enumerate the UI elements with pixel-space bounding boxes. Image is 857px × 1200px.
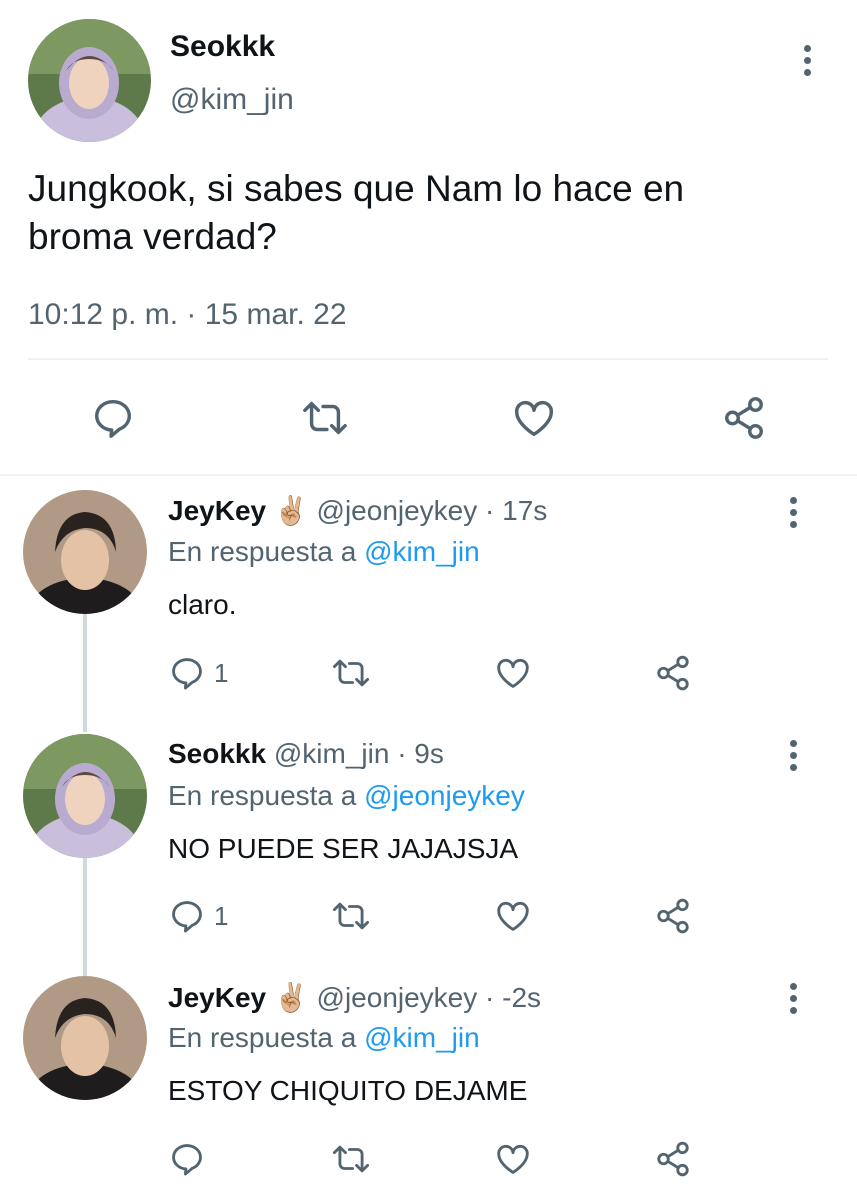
- retweet-button[interactable]: [330, 897, 372, 935]
- avatar[interactable]: [23, 490, 147, 614]
- retweet-icon: [332, 902, 370, 930]
- reply-header: JeyKey ✌🏼 @jeonjeykey · -2s: [168, 981, 541, 1014]
- avatar[interactable]: [28, 19, 151, 142]
- like-button[interactable]: [494, 1140, 532, 1178]
- tweet-timestamp[interactable]: 10:12 p. m. · 15 mar. 22: [28, 298, 347, 332]
- thread-line: [83, 858, 87, 976]
- author-meta[interactable]: @kim_jin · 9s: [274, 738, 444, 769]
- more-icon[interactable]: [778, 978, 808, 1018]
- tweet-text: Jungkook, si sabes que Nam lo hace en br…: [28, 165, 684, 261]
- retweet-button[interactable]: [330, 1140, 372, 1178]
- like-icon: [515, 400, 553, 437]
- like-button[interactable]: [511, 395, 557, 441]
- more-icon[interactable]: [778, 492, 808, 532]
- mention-link[interactable]: @kim_jin: [364, 1022, 480, 1053]
- like-button[interactable]: [494, 654, 532, 692]
- author-handle[interactable]: @kim_jin: [170, 83, 294, 117]
- reply-text: NO PUEDE SER JAJAJSJA: [168, 833, 519, 864]
- share-button[interactable]: [654, 654, 692, 692]
- like-icon: [497, 658, 529, 688]
- reply-icon: [172, 1144, 202, 1176]
- tweet-text-line: broma verdad?: [28, 216, 277, 257]
- author-name[interactable]: JeyKey: [168, 982, 266, 1013]
- mention-link[interactable]: @jeonjeykey: [364, 780, 525, 811]
- reply-prefix: En respuesta a: [168, 536, 357, 567]
- divider: [28, 358, 828, 360]
- author-name[interactable]: Seokkk: [170, 30, 275, 64]
- share-icon: [657, 1141, 689, 1177]
- retweet-icon: [332, 659, 370, 687]
- reply-context: En respuesta a @kim_jin: [168, 536, 480, 568]
- share-icon: [657, 898, 689, 934]
- reply-header: JeyKey ✌🏼 @jeonjeykey · 17s: [168, 494, 547, 527]
- like-icon: [497, 1144, 529, 1174]
- avatar[interactable]: [23, 976, 147, 1100]
- reply-button[interactable]: 1: [168, 897, 228, 935]
- mention-link[interactable]: @kim_jin: [364, 536, 480, 567]
- author-meta[interactable]: @jeonjeykey · -2s: [317, 982, 542, 1013]
- retweet-button[interactable]: [300, 395, 350, 441]
- author-name[interactable]: JeyKey: [168, 495, 266, 526]
- peace-emoji: ✌🏼: [273, 982, 309, 1013]
- reply-context: En respuesta a @kim_jin: [168, 1022, 480, 1054]
- reply-prefix: En respuesta a: [168, 780, 357, 811]
- avatar[interactable]: [23, 734, 147, 858]
- retweet-icon: [303, 401, 347, 435]
- tweet-text-line: Jungkook, si sabes que Nam lo hace en: [28, 168, 685, 209]
- reply-button[interactable]: [90, 395, 136, 441]
- share-icon: [657, 655, 689, 691]
- share-button[interactable]: [654, 1140, 692, 1178]
- retweet-icon: [332, 1145, 370, 1173]
- peace-emoji: ✌🏼: [273, 495, 309, 526]
- more-icon[interactable]: [792, 40, 822, 80]
- reply-text: ESTOY CHIQUITO DEJAME: [168, 1075, 528, 1106]
- share-button[interactable]: [721, 395, 767, 441]
- share-icon: [725, 397, 763, 439]
- author-meta[interactable]: @jeonjeykey · 17s: [317, 495, 548, 526]
- reply-count: 1: [214, 900, 229, 931]
- reply-text: claro.: [168, 589, 237, 620]
- divider: [0, 474, 857, 476]
- share-button[interactable]: [654, 897, 692, 935]
- like-button[interactable]: [494, 897, 532, 935]
- like-icon: [497, 901, 529, 931]
- thread-line: [83, 614, 87, 732]
- reply-icon: [172, 658, 202, 690]
- reply-header: Seokkk @kim_jin · 9s: [168, 738, 444, 770]
- retweet-button[interactable]: [330, 654, 372, 692]
- reply-count: 1: [214, 657, 229, 688]
- reply-context: En respuesta a @jeonjeykey: [168, 780, 525, 812]
- reply-button[interactable]: 1: [168, 654, 228, 692]
- reply-icon: [172, 901, 202, 933]
- reply-icon: [94, 399, 132, 438]
- reply-button[interactable]: [168, 1140, 214, 1178]
- more-icon[interactable]: [778, 735, 808, 775]
- reply-prefix: En respuesta a: [168, 1022, 357, 1053]
- author-name[interactable]: Seokkk: [168, 738, 266, 769]
